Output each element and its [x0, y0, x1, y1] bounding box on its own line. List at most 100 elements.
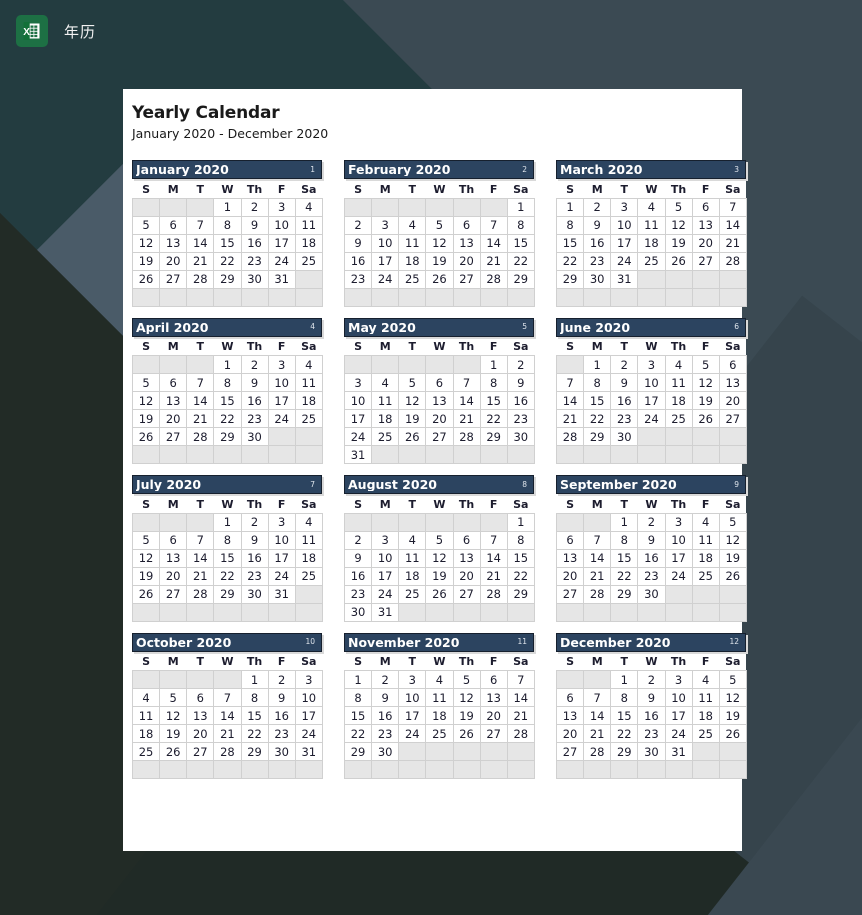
day-cell[interactable]: 4 [691, 512, 720, 532]
day-cell[interactable]: 22 [610, 724, 639, 743]
day-cell[interactable]: 6 [186, 688, 215, 707]
day-cell[interactable]: 25 [294, 251, 323, 271]
day-cell[interactable]: 4 [294, 355, 323, 374]
day-cell[interactable]: 31 [267, 269, 296, 289]
day-cell[interactable]: 13 [479, 688, 508, 707]
day-cell[interactable]: 6 [159, 373, 188, 392]
day-cell[interactable]: 8 [213, 530, 242, 550]
day-cell[interactable]: 31 [294, 742, 323, 761]
day-cell[interactable]: 25 [294, 566, 323, 586]
day-cell[interactable]: 24 [267, 566, 296, 586]
day-cell[interactable]: 27 [452, 269, 481, 289]
day-cell[interactable]: 23 [637, 724, 666, 743]
month-header[interactable]: February 2020 2 [344, 160, 534, 179]
day-cell[interactable]: 22 [213, 409, 242, 428]
day-cell[interactable]: 27 [555, 584, 585, 604]
day-cell[interactable]: 4 [425, 670, 454, 689]
day-cell[interactable]: 11 [294, 215, 323, 235]
day-cell[interactable]: 23 [637, 566, 666, 586]
day-cell[interactable]: 24 [371, 584, 400, 604]
day-cell[interactable]: 11 [294, 530, 323, 550]
day-cell[interactable]: 17 [371, 251, 400, 271]
day-cell[interactable]: 20 [452, 566, 481, 586]
day-cell[interactable]: 26 [452, 724, 481, 743]
day-cell[interactable]: 22 [610, 566, 639, 586]
day-cell[interactable]: 11 [691, 530, 720, 550]
day-cell[interactable]: 9 [637, 530, 666, 550]
day-cell[interactable]: 18 [425, 706, 454, 725]
day-cell[interactable]: 27 [555, 742, 585, 761]
day-cell[interactable]: 24 [267, 251, 296, 271]
day-cell[interactable]: 24 [664, 566, 693, 586]
day-cell[interactable]: 13 [691, 215, 720, 235]
day-cell[interactable]: 8 [343, 688, 373, 707]
day-cell[interactable]: 7 [186, 215, 215, 235]
day-cell[interactable]: 17 [610, 233, 639, 253]
day-cell[interactable]: 23 [343, 584, 373, 604]
day-cell[interactable]: 18 [371, 409, 400, 428]
day-cell[interactable]: 14 [583, 548, 612, 568]
day-cell[interactable]: 12 [131, 391, 161, 410]
day-cell[interactable]: 19 [131, 251, 161, 271]
day-cell[interactable]: 30 [506, 427, 535, 446]
day-cell[interactable]: 5 [718, 670, 747, 689]
day-cell[interactable]: 25 [398, 584, 427, 604]
day-cell[interactable]: 27 [425, 427, 454, 446]
day-cell[interactable]: 24 [637, 409, 666, 428]
month-header[interactable]: November 2020 11 [344, 632, 534, 652]
day-cell[interactable]: 1 [506, 197, 535, 217]
day-cell[interactable]: 20 [555, 566, 585, 586]
day-cell[interactable]: 30 [240, 427, 269, 446]
day-cell[interactable]: 23 [371, 724, 400, 743]
day-cell[interactable]: 1 [555, 197, 585, 217]
day-cell[interactable]: 7 [555, 373, 585, 392]
day-cell[interactable]: 11 [664, 373, 693, 392]
day-cell[interactable]: 23 [267, 724, 296, 743]
day-cell[interactable]: 10 [267, 373, 296, 392]
day-cell[interactable]: 15 [479, 391, 508, 410]
day-cell[interactable]: 11 [691, 688, 720, 707]
day-cell[interactable]: 11 [371, 391, 400, 410]
day-cell[interactable]: 27 [691, 251, 720, 271]
day-cell[interactable]: 5 [452, 670, 481, 689]
day-cell[interactable]: 23 [240, 566, 269, 586]
day-cell[interactable]: 18 [398, 251, 427, 271]
day-cell[interactable]: 13 [555, 548, 585, 568]
day-cell[interactable]: 18 [691, 706, 720, 725]
day-cell[interactable]: 2 [240, 355, 269, 374]
day-cell[interactable]: 13 [555, 706, 585, 725]
day-cell[interactable]: 3 [343, 373, 373, 392]
day-cell[interactable]: 16 [637, 548, 666, 568]
day-cell[interactable]: 12 [691, 373, 720, 392]
day-cell[interactable]: 2 [506, 355, 535, 374]
day-cell[interactable]: 7 [479, 530, 508, 550]
day-cell[interactable]: 11 [294, 373, 323, 392]
day-cell[interactable]: 20 [691, 233, 720, 253]
day-cell[interactable]: 9 [343, 548, 373, 568]
day-cell[interactable]: 22 [343, 724, 373, 743]
day-cell[interactable]: 25 [691, 566, 720, 586]
day-cell[interactable]: 2 [240, 512, 269, 532]
day-cell[interactable]: 2 [637, 512, 666, 532]
day-cell[interactable]: 12 [398, 391, 427, 410]
day-cell[interactable]: 24 [610, 251, 639, 271]
day-cell[interactable]: 16 [240, 548, 269, 568]
day-cell[interactable]: 9 [267, 688, 296, 707]
day-cell[interactable]: 21 [583, 566, 612, 586]
day-cell[interactable]: 29 [213, 269, 242, 289]
day-cell[interactable]: 14 [506, 688, 535, 707]
day-cell[interactable]: 24 [267, 409, 296, 428]
day-cell[interactable]: 30 [583, 269, 612, 289]
day-cell[interactable]: 14 [186, 233, 215, 253]
day-cell[interactable]: 12 [664, 215, 693, 235]
day-cell[interactable]: 3 [664, 512, 693, 532]
day-cell[interactable]: 26 [159, 742, 188, 761]
day-cell[interactable]: 25 [425, 724, 454, 743]
day-cell[interactable]: 14 [213, 706, 242, 725]
day-cell[interactable]: 5 [159, 688, 188, 707]
day-cell[interactable]: 15 [583, 391, 612, 410]
day-cell[interactable]: 3 [398, 670, 427, 689]
day-cell[interactable]: 1 [213, 512, 242, 532]
day-cell[interactable]: 9 [343, 233, 373, 253]
day-cell[interactable]: 21 [186, 251, 215, 271]
